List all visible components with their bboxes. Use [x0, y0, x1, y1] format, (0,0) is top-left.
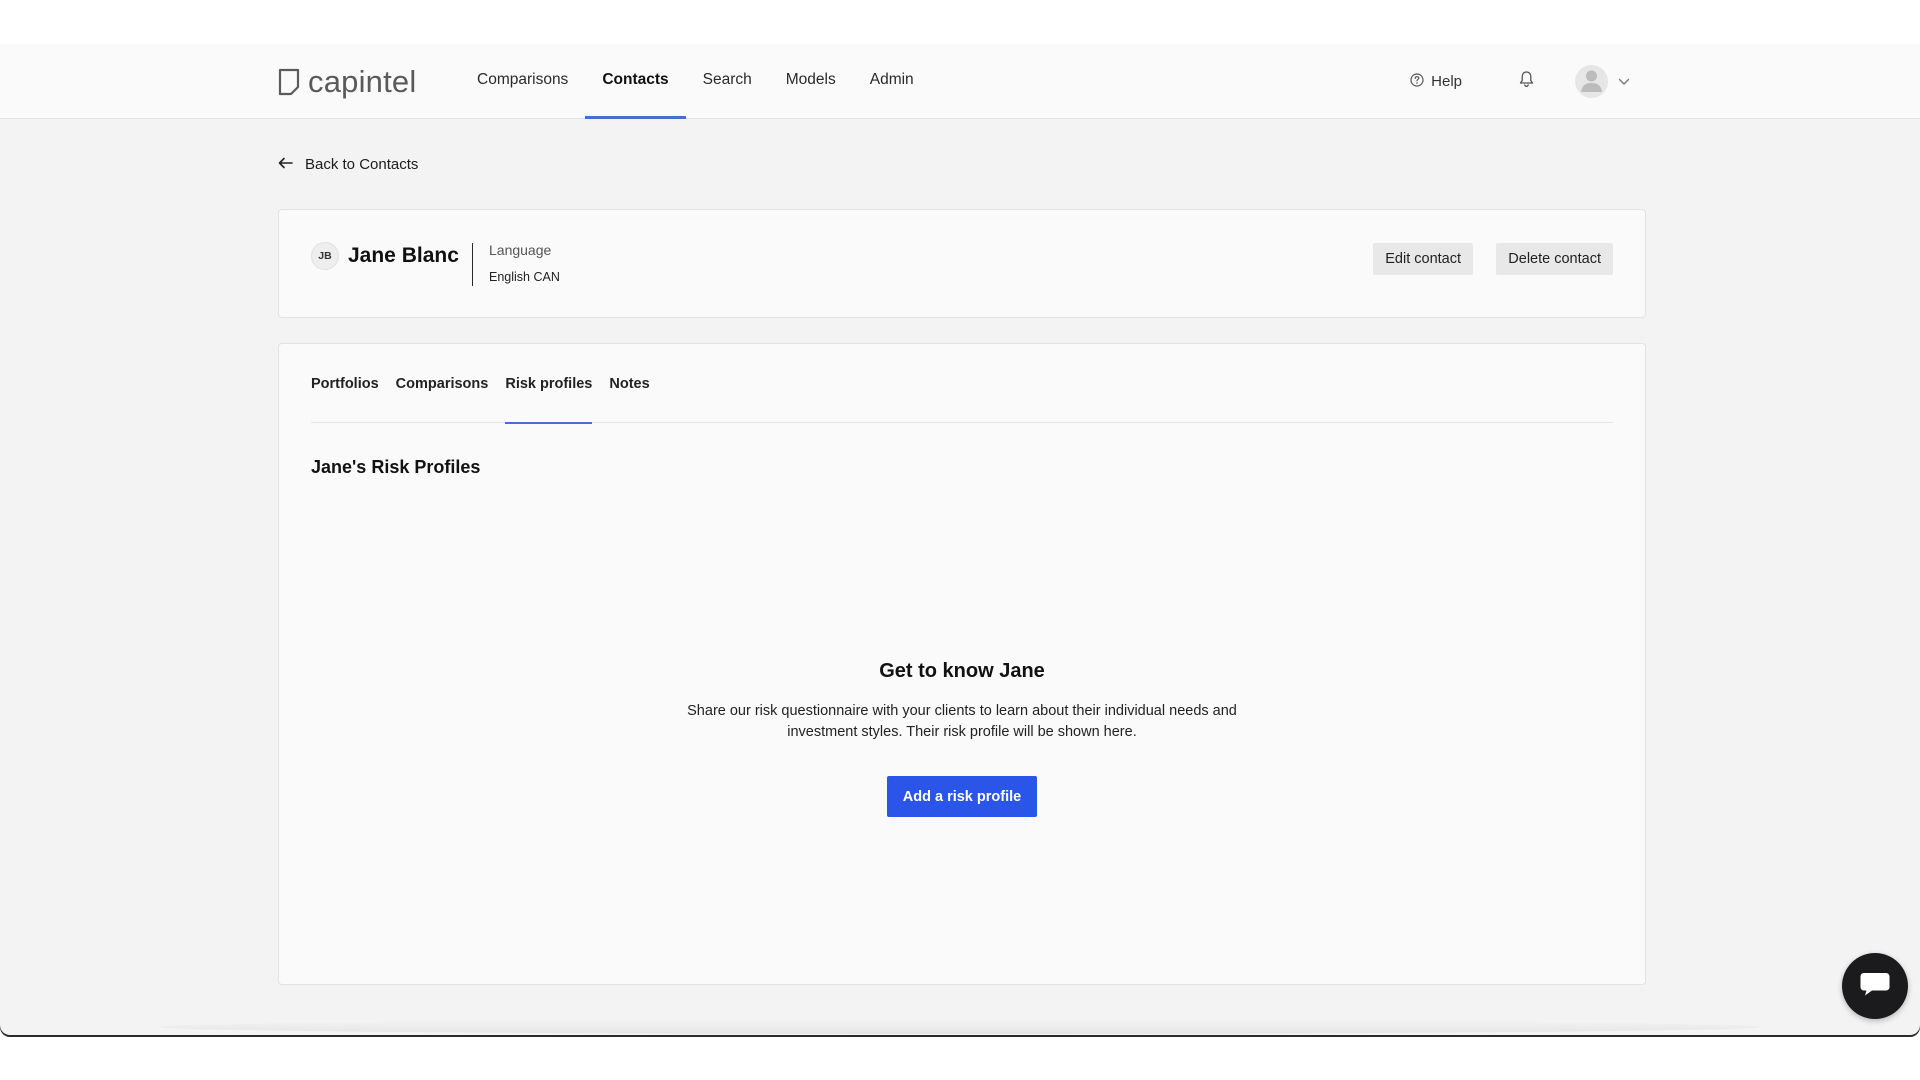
empty-state-description: Share our risk questionnaire with your c…: [687, 703, 1237, 740]
contact-name: Jane Blanc: [348, 244, 459, 267]
tab-risk-profiles[interactable]: Risk profiles: [505, 344, 593, 424]
nav-item-comparisons[interactable]: Comparisons: [460, 44, 585, 119]
chevron-down-icon: [1618, 73, 1630, 91]
nav-item-search[interactable]: Search: [686, 44, 769, 119]
document-logo-icon: [278, 68, 300, 96]
user-silhouette-icon: [1575, 65, 1608, 98]
avatar: [1575, 65, 1608, 98]
notifications-button[interactable]: [1518, 70, 1535, 93]
chat-bubble-icon: [1858, 970, 1892, 1003]
empty-state-title: Get to know Jane: [879, 660, 1045, 682]
add-risk-profile-button[interactable]: Add a risk profile: [886, 776, 1038, 817]
language-value: English CAN: [489, 270, 560, 284]
edit-contact-button[interactable]: Edit contact: [1373, 243, 1473, 275]
contact-tabs: Portfolios Comparisons Risk profiles Not…: [311, 344, 1613, 424]
app-window: capintel Comparisons Contacts Search Mod…: [0, 0, 1920, 1035]
nav-item-models[interactable]: Models: [769, 44, 853, 119]
delete-contact-button[interactable]: Delete contact: [1496, 243, 1613, 275]
vertical-divider: [472, 243, 473, 286]
back-link-label: Back to Contacts: [305, 156, 419, 173]
help-label: Help: [1431, 73, 1462, 90]
section-title: Jane's Risk Profiles: [311, 457, 481, 477]
contact-detail-card: Portfolios Comparisons Risk profiles Not…: [278, 343, 1646, 985]
nav-item-contacts[interactable]: Contacts: [585, 44, 686, 119]
top-navbar: capintel Comparisons Contacts Search Mod…: [0, 44, 1920, 119]
back-to-contacts-link[interactable]: Back to Contacts: [278, 156, 418, 173]
user-menu[interactable]: [1575, 65, 1630, 98]
tab-comparisons[interactable]: Comparisons: [396, 344, 489, 423]
bottom-shadow: [160, 1020, 1760, 1034]
language-label: Language: [489, 242, 552, 258]
empty-state: Get to know Jane Share our risk question…: [279, 660, 1645, 817]
contact-header-card: JB Jane Blanc Language English CAN Edit …: [278, 209, 1646, 318]
top-strip: [0, 0, 1920, 44]
brand-logo[interactable]: capintel: [278, 62, 416, 102]
nav-utilities: Help: [1410, 44, 1630, 119]
tab-notes[interactable]: Notes: [609, 344, 649, 423]
brand-name: capintel: [308, 64, 417, 99]
contact-initials-badge: JB: [311, 242, 339, 270]
help-link[interactable]: Help: [1410, 72, 1462, 91]
nav-item-admin[interactable]: Admin: [853, 44, 931, 119]
help-circle-icon: [1410, 72, 1431, 91]
arrow-left-icon: [278, 156, 305, 173]
tab-portfolios[interactable]: Portfolios: [311, 344, 379, 423]
main-nav: Comparisons Contacts Search Models Admin: [460, 44, 931, 119]
bell-icon: [1518, 70, 1535, 93]
chat-widget-button[interactable]: [1842, 953, 1908, 1019]
